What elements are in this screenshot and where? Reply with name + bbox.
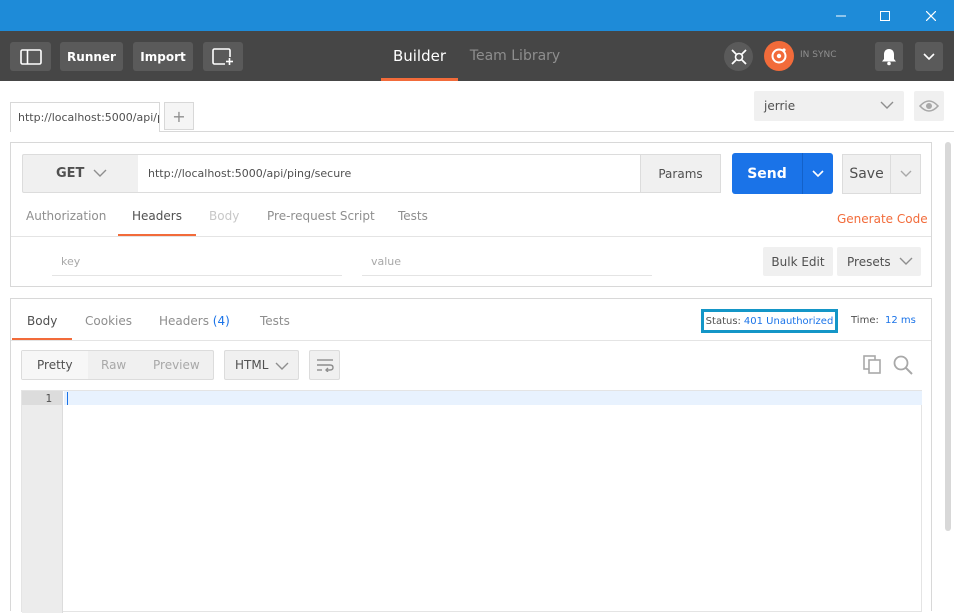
format-value: HTML — [235, 358, 269, 372]
interceptor-icon — [730, 48, 747, 65]
line-number-gutter: 1 — [22, 391, 63, 613]
close-button[interactable] — [908, 0, 954, 31]
environment-quick-look-button[interactable] — [914, 91, 944, 121]
bell-icon — [882, 48, 896, 65]
add-tab-button[interactable]: + — [164, 102, 194, 130]
eye-icon — [919, 100, 939, 112]
tab-headers[interactable]: Headers — [118, 209, 196, 236]
sync-status-button[interactable] — [764, 41, 794, 71]
tab-authorization[interactable]: Authorization — [26, 209, 106, 236]
header-key-input[interactable] — [52, 247, 342, 276]
method-value: GET — [56, 166, 85, 181]
time-value: 12 ms — [885, 315, 916, 326]
interceptor-button[interactable] — [724, 42, 753, 71]
tab-bar-divider — [160, 131, 954, 132]
tab-tests[interactable]: Tests — [398, 209, 428, 236]
maximize-button[interactable] — [862, 0, 908, 31]
time-label: Time: — [851, 315, 879, 326]
view-pretty-button[interactable]: Pretty — [22, 351, 88, 379]
tab-body[interactable]: Body — [209, 209, 239, 236]
new-window-button[interactable] — [203, 42, 243, 71]
notifications-button[interactable] — [875, 42, 903, 71]
response-body-editor[interactable]: 1 — [21, 390, 922, 613]
window-scrollbar[interactable] — [945, 142, 951, 531]
import-button[interactable]: Import — [133, 42, 193, 71]
send-options-button[interactable] — [802, 153, 833, 194]
save-options-button[interactable] — [890, 154, 921, 194]
wrap-lines-icon — [316, 359, 334, 372]
text-cursor — [67, 392, 68, 405]
wrap-lines-button[interactable] — [309, 350, 340, 380]
tab-team-library[interactable]: Team Library — [468, 31, 562, 81]
method-select[interactable]: GET — [22, 154, 139, 193]
chevron-down-icon — [812, 169, 824, 177]
presets-label: Presets — [847, 254, 891, 269]
tab-pre-request-script[interactable]: Pre-request Script — [267, 209, 375, 236]
runner-button[interactable]: Runner — [60, 42, 123, 71]
new-window-icon — [212, 47, 234, 66]
sidebar-toggle-button[interactable] — [10, 42, 51, 71]
tab-response-tests[interactable]: Tests — [260, 314, 290, 340]
tab-response-body[interactable]: Body — [12, 314, 73, 340]
response-time: Time: 12 ms — [851, 315, 916, 326]
format-select[interactable]: HTML — [224, 350, 299, 380]
header-value-input[interactable] — [362, 247, 652, 276]
generate-code-link[interactable]: Generate Code — [837, 212, 928, 226]
sidebar-toggle-icon — [19, 48, 42, 65]
tab-response-cookies[interactable]: Cookies — [85, 314, 132, 340]
save-button[interactable]: Save — [842, 154, 891, 194]
view-preview-button[interactable]: Preview — [153, 351, 200, 379]
app-header: Runner Import Builder Team Library IN SY… — [0, 31, 954, 81]
view-raw-button[interactable]: Raw — [101, 351, 126, 379]
send-button[interactable]: Send — [732, 153, 802, 194]
url-input[interactable] — [138, 154, 641, 193]
line-number: 1 — [45, 392, 52, 405]
view-mode-group: Pretty Raw Preview — [21, 350, 214, 380]
request-tabs-divider — [11, 236, 931, 237]
close-icon — [926, 10, 936, 21]
params-button[interactable]: Params — [640, 154, 721, 193]
copy-icon[interactable] — [863, 355, 883, 375]
status-value: 401 Unauthorized — [743, 315, 834, 327]
sync-status-label: IN SYNC — [800, 50, 837, 60]
presets-dropdown[interactable]: Presets — [837, 247, 921, 276]
window-titlebar — [0, 0, 954, 31]
status-label: Status: — [705, 315, 741, 327]
response-headers-count: (4) — [212, 314, 230, 328]
tab-response-headers[interactable]: Headers (4) — [159, 314, 230, 340]
status-badge: Status: 401 Unauthorized — [701, 309, 838, 333]
bulk-edit-button[interactable]: Bulk Edit — [763, 247, 833, 276]
chevron-down-icon — [880, 101, 894, 109]
chevron-down-icon — [923, 52, 935, 60]
sync-icon — [771, 48, 787, 64]
minimize-button[interactable] — [818, 0, 864, 31]
response-headers-label: Headers — [159, 314, 209, 328]
request-builder-panel: GET Params Send Save Authorization Heade… — [10, 142, 932, 287]
chevron-down-icon — [93, 169, 107, 177]
maximize-icon — [880, 10, 890, 21]
tab-builder[interactable]: Builder — [381, 31, 458, 81]
chevron-down-icon — [899, 257, 913, 265]
environment-select[interactable]: jerrie — [754, 91, 904, 121]
active-line-highlight — [64, 391, 922, 405]
minimize-icon — [836, 15, 846, 16]
settings-menu-button[interactable] — [915, 42, 943, 71]
response-tabs-divider — [11, 340, 931, 341]
chevron-down-icon — [900, 170, 911, 177]
request-tab[interactable]: http://localhost:5000/api/ping/secure — [10, 102, 160, 132]
search-icon[interactable] — [892, 354, 914, 376]
response-panel: Body Cookies Headers (4) Tests Status: 4… — [10, 298, 932, 613]
environment-selected-value: jerrie — [764, 99, 796, 113]
chevron-down-icon — [275, 362, 289, 370]
